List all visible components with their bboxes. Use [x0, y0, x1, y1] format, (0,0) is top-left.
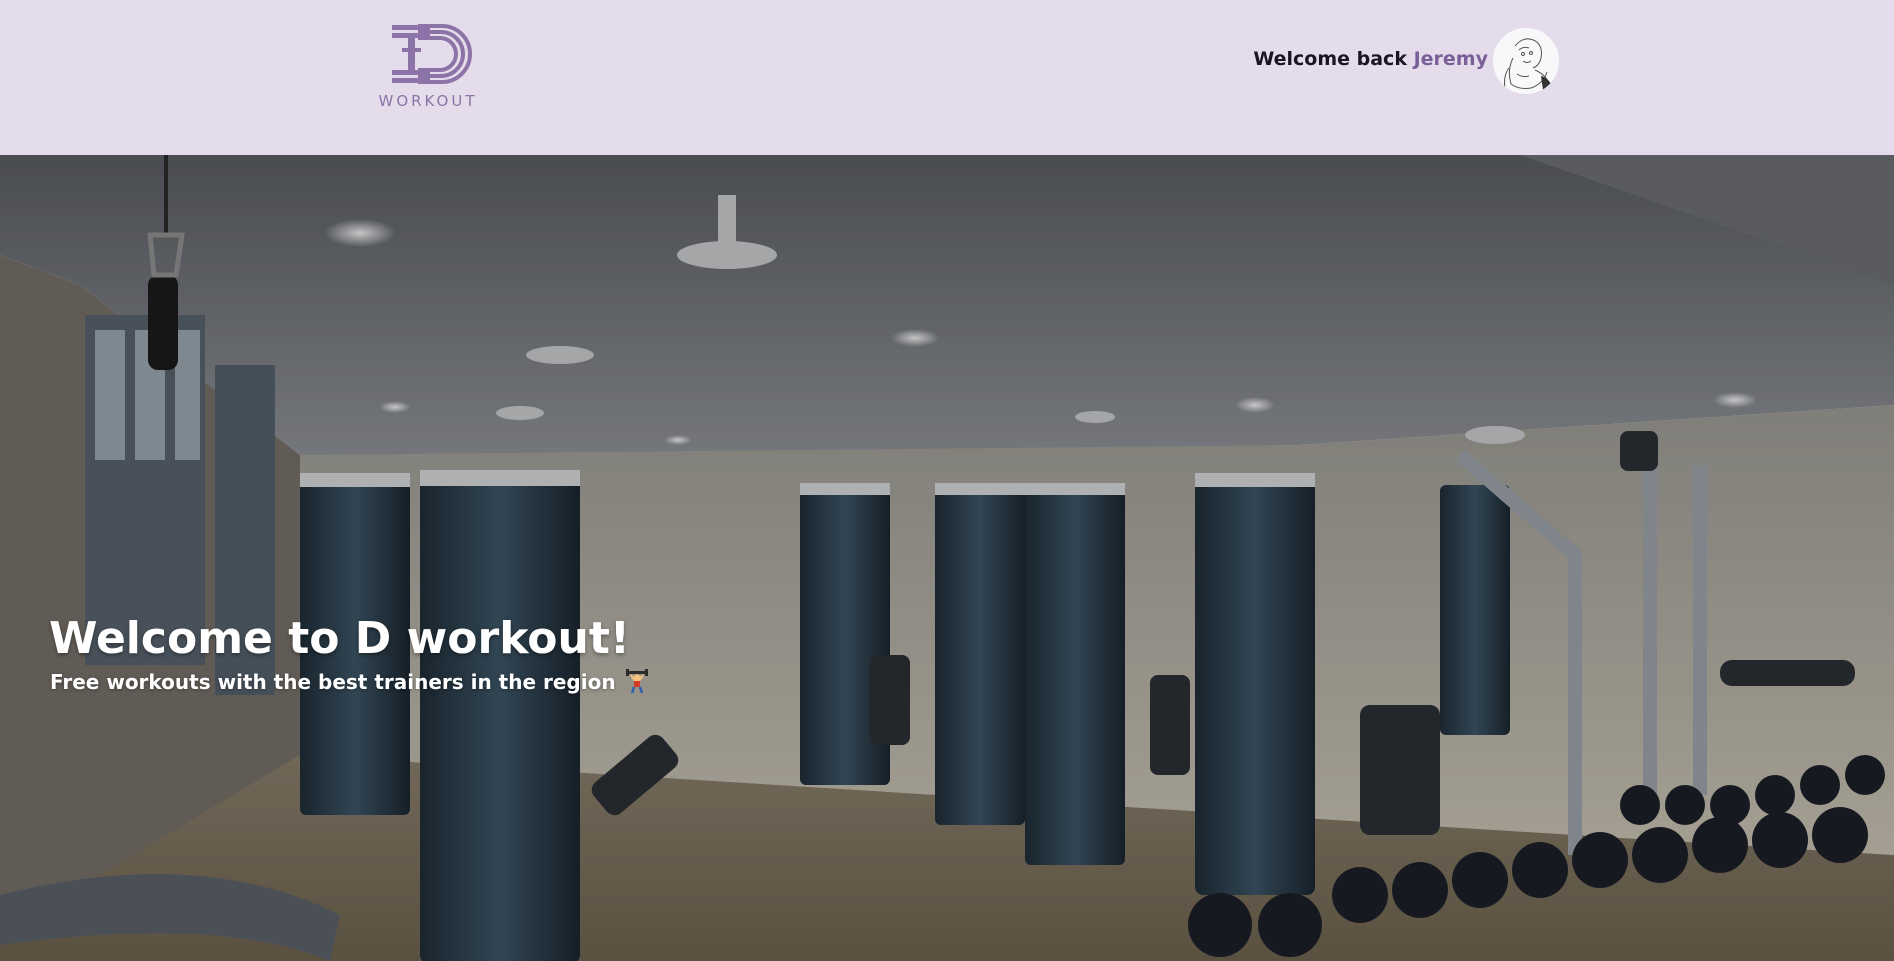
hero-title: Welcome to D workout! — [49, 613, 630, 664]
hero-subtitle-text: Free workouts with the best trainers in … — [50, 670, 616, 694]
user-name[interactable]: Jeremy — [1414, 48, 1488, 70]
welcome-prefix: Welcome back — [1253, 48, 1407, 70]
hero-section: Welcome to D workout! Free workouts with… — [0, 155, 1894, 961]
hero-overlay — [0, 155, 1894, 961]
site-header: WORKOUT Welcome back Jeremy — [0, 0, 1894, 155]
weightlifter-emoji-icon — [625, 669, 648, 698]
welcome-message: Welcome back Jeremy — [1230, 48, 1488, 70]
gorilla-sketch-avatar-icon — [1493, 28, 1559, 94]
avatar[interactable] — [1493, 28, 1559, 94]
site-logo[interactable]: WORKOUT — [370, 20, 486, 116]
logo-wordmark: WORKOUT — [378, 92, 478, 110]
hero-subtitle: Free workouts with the best trainers in … — [50, 669, 648, 698]
d-dumbbell-logo-icon — [392, 24, 472, 84]
